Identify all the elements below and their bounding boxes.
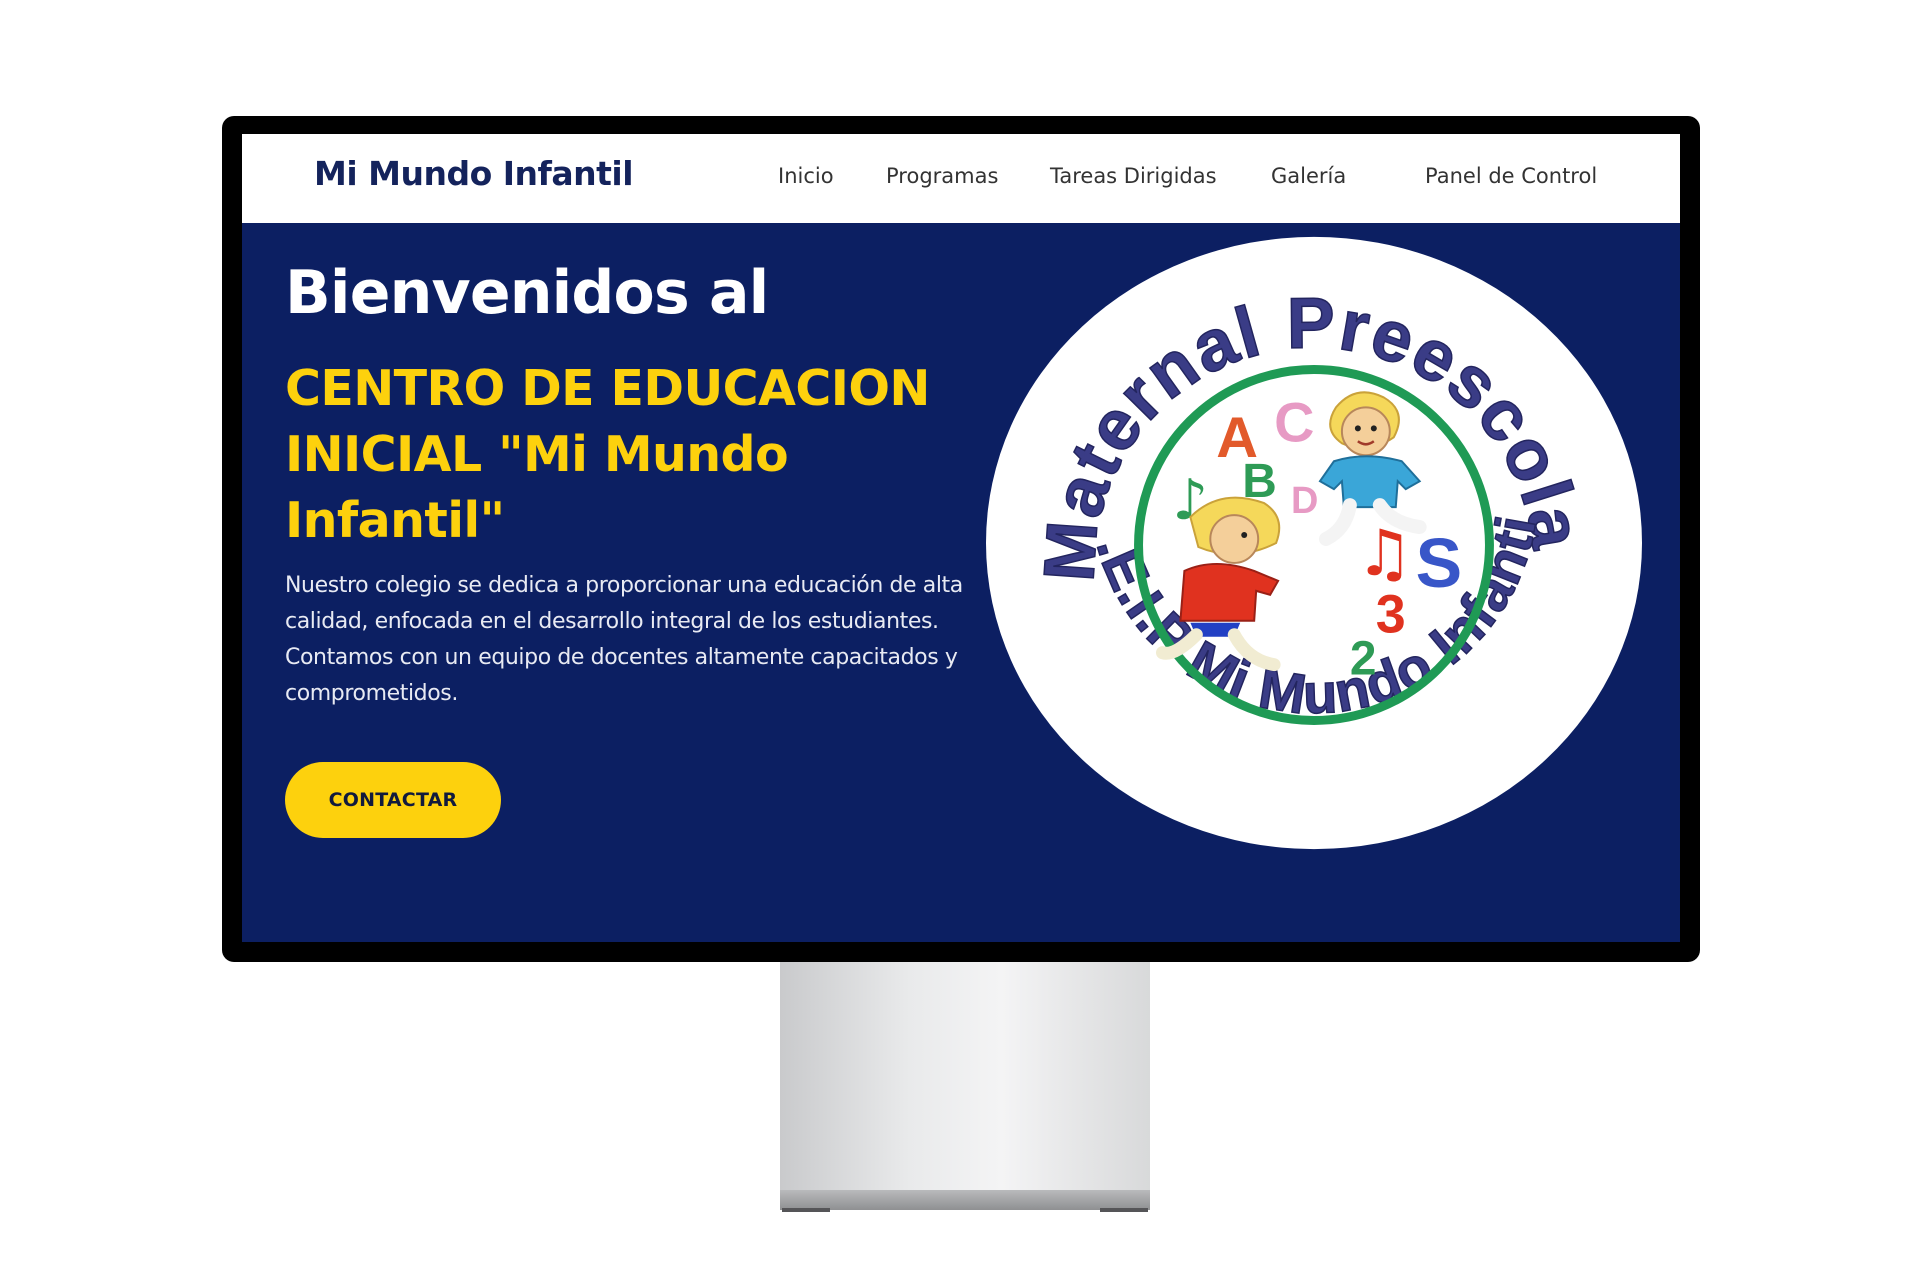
svg-text:S: S [1416, 524, 1463, 602]
svg-text:C: C [1274, 390, 1314, 453]
main-menu: Inicio Programas Tareas Dirigidas Galerí… [242, 164, 1680, 194]
nav-item-inicio[interactable]: Inicio [778, 164, 834, 188]
monitor-frame: Mi Mundo Infantil Inicio Programas Tarea… [222, 116, 1700, 962]
top-navbar: Mi Mundo Infantil Inicio Programas Tarea… [242, 134, 1680, 223]
stand-foot-right [1100, 1208, 1148, 1212]
hero-description: Nuestro colegio se dedica a proporcionar… [285, 573, 963, 706]
hero-subtitle: CENTRO DE EDUCACION INICIAL "Mi Mundo In… [285, 360, 930, 549]
nav-item-programas[interactable]: Programas [886, 164, 998, 188]
contact-button[interactable]: CONTACTAR [285, 762, 501, 838]
hero-title: Bienvenidos al [285, 258, 769, 328]
school-emblem-icon: Maternal Preescolar C.E.I.P Mi Mundo Inf… [985, 235, 1643, 850]
nav-item-panel-de-control[interactable]: Panel de Control [1425, 164, 1597, 188]
svg-text:3: 3 [1376, 585, 1406, 645]
monitor-stand [780, 962, 1150, 1194]
svg-text:D: D [1291, 480, 1318, 522]
browser-viewport: Mi Mundo Infantil Inicio Programas Tarea… [242, 134, 1680, 942]
nav-item-tareas-dirigidas[interactable]: Tareas Dirigidas [1050, 164, 1217, 188]
svg-text:2: 2 [1350, 633, 1377, 686]
monitor-stand-base [780, 1190, 1150, 1210]
nav-item-galeria[interactable]: Galería [1271, 164, 1346, 188]
stand-foot-left [782, 1208, 830, 1212]
